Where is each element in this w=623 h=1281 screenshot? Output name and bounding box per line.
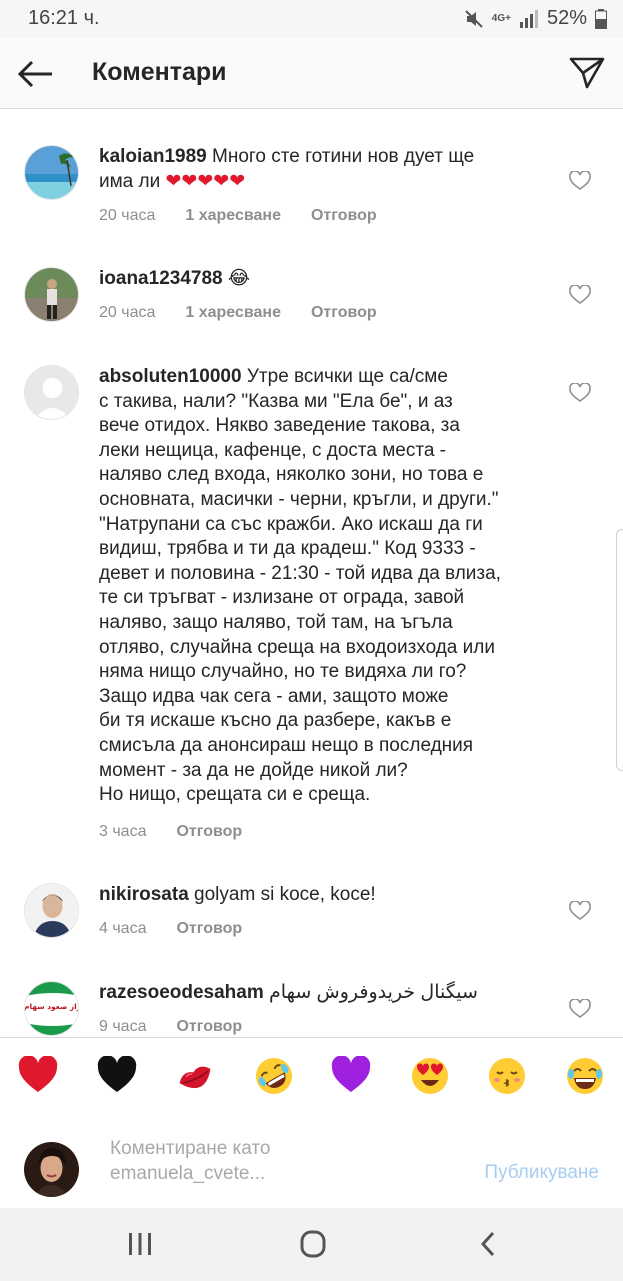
comment-time: 20 часа — [99, 304, 156, 321]
heart-outline-icon — [569, 284, 591, 304]
like-button[interactable] — [569, 998, 591, 1019]
share-button[interactable] — [567, 53, 607, 93]
comment-text-content: سیگنال خریدوفروش سهام — [269, 982, 478, 1003]
username[interactable]: nikirosata — [99, 884, 189, 905]
comment-input[interactable]: Коментиране като emanuela_cvete... — [110, 1136, 410, 1186]
comment-text: nikirosata golyam si koce, koce! — [99, 883, 554, 908]
network-type: 4G+ — [491, 12, 511, 24]
avatar-brand-text: راز صعود سهام — [25, 1002, 79, 1011]
publish-button[interactable]: Публикуване — [484, 1162, 599, 1184]
likes-count[interactable]: 1 харесване — [185, 304, 281, 322]
mute-icon — [465, 9, 483, 28]
status-icons: 4G+ 52% — [464, 7, 607, 30]
comment-text-rest: с такива, нали? "Казва ми "Ела бе", и аз… — [99, 390, 501, 806]
heart-outline-icon — [569, 998, 591, 1018]
heart-outline-icon — [569, 382, 591, 402]
battery-icon — [595, 8, 607, 29]
system-nav-bar — [0, 1208, 623, 1281]
battery-percent: 52% — [546, 7, 587, 29]
default-user-icon — [25, 366, 78, 419]
username[interactable]: absoluten10000 — [99, 366, 242, 387]
chevron-left-icon — [480, 1231, 495, 1257]
comment-meta: 4 часа Отговор — [99, 920, 272, 938]
comment-text: absoluten10000 Утре всички ще са/сме с т… — [99, 365, 554, 808]
comment-text-content: 😂 — [227, 268, 251, 289]
kissing-face-emoji[interactable] — [487, 1056, 527, 1096]
emoji-quick-bar — [0, 1037, 623, 1113]
recent-apps-button[interactable] — [120, 1228, 160, 1260]
comment-composer: Коментиране като emanuela_cvete... Публи… — [0, 1112, 623, 1208]
like-button[interactable] — [569, 170, 591, 191]
username[interactable]: razesoeodesaham — [99, 982, 264, 1003]
reply-button[interactable]: Отговор — [311, 304, 377, 322]
comment-text-line1: Утре всички ще са/сме — [246, 366, 448, 387]
kiss-lips-emoji[interactable] — [175, 1056, 215, 1096]
comment-text: razesoeodesaham سیگنال خریدوفروش سهام — [99, 981, 554, 1006]
comment-meta: 20 часа 1 харесване Отговор — [99, 207, 407, 225]
heart-outline-icon — [569, 900, 591, 920]
like-button[interactable] — [569, 284, 591, 305]
username[interactable]: ioana1234788 — [99, 268, 223, 289]
avatar[interactable] — [24, 267, 79, 322]
heart-eyes-emoji[interactable] — [410, 1056, 450, 1096]
likes-count[interactable]: 1 харесване — [185, 207, 281, 225]
comment-text-content: golyam si koce, koce! — [194, 884, 376, 905]
arrow-left-icon — [17, 60, 52, 88]
scroll-handle[interactable] — [616, 529, 623, 771]
heart-outline-icon — [569, 170, 591, 190]
direct-send-icon — [569, 57, 605, 89]
red-heart-emoji[interactable] — [18, 1055, 58, 1096]
reply-button[interactable]: Отговор — [311, 207, 377, 225]
avatar-default[interactable] — [24, 365, 79, 420]
comment-text: kaloian1989 Много сте готини нов дует ще… — [99, 145, 554, 194]
like-button[interactable] — [569, 900, 591, 921]
black-heart-emoji[interactable] — [97, 1055, 137, 1096]
like-button[interactable] — [569, 382, 591, 403]
username[interactable]: kaloian1989 — [99, 146, 207, 167]
back-button[interactable] — [16, 54, 56, 94]
home-icon — [300, 1230, 326, 1258]
comment-meta: 20 часа 1 харесване Отговор — [99, 304, 407, 322]
header: Коментари — [0, 38, 623, 109]
reply-button[interactable]: Отговор — [176, 1018, 242, 1036]
recent-apps-icon — [129, 1233, 151, 1255]
status-time: 16:21 ч. — [28, 7, 100, 29]
rofl-emoji[interactable] — [254, 1056, 294, 1096]
page-title: Коментари — [92, 58, 227, 86]
status-bar: 16:21 ч. 4G+ 52% — [0, 0, 623, 38]
back-nav-button[interactable] — [468, 1228, 508, 1260]
comment-meta: 9 часа Отговор — [99, 1018, 272, 1036]
current-user-avatar — [24, 1142, 79, 1197]
comments-list[interactable]: kaloian1989 Много сте готини нов дует ще… — [0, 109, 623, 1037]
reply-button[interactable]: Отговор — [176, 920, 242, 938]
comment-text-line2: има ли — [99, 170, 161, 192]
comment-time: 4 часа — [99, 920, 147, 937]
avatar[interactable] — [24, 883, 79, 938]
comment-time: 3 часа — [99, 823, 147, 840]
avatar-brand-handle: @razesaham — [33, 1015, 72, 1022]
comment-text-line1: Много сте готини нов дует ще — [212, 146, 475, 167]
comment-meta: 3 часа Отговор — [99, 823, 272, 841]
home-button[interactable] — [293, 1228, 333, 1260]
comment-time: 9 часа — [99, 1018, 147, 1035]
signal-icon — [519, 9, 538, 28]
comment-time: 20 часа — [99, 207, 156, 224]
avatar[interactable] — [24, 145, 79, 200]
joy-emoji[interactable] — [565, 1056, 605, 1096]
reply-button[interactable]: Отговор — [176, 823, 242, 841]
hearts-emoji: ❤❤❤❤❤ — [165, 170, 246, 192]
comment-text: ioana1234788 😂 — [99, 267, 554, 292]
avatar[interactable]: راز صعود سهام @razesaham — [24, 981, 79, 1036]
purple-heart-emoji[interactable] — [331, 1055, 371, 1096]
